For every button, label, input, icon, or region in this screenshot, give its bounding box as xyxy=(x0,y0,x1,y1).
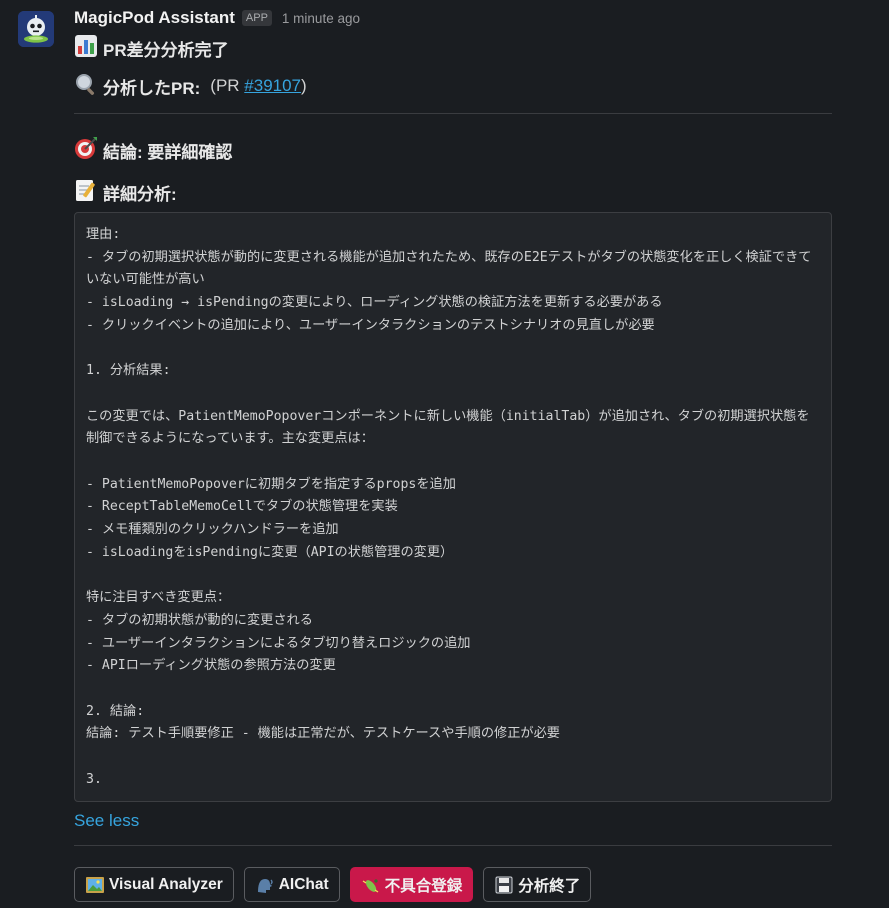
frame-picture-icon xyxy=(85,875,105,895)
pr-line: 分析したPR: (PR #39107) xyxy=(74,72,832,100)
magnifying-glass-icon xyxy=(74,72,98,96)
direct-hit-icon xyxy=(74,136,98,160)
button-label: 不具合登録 xyxy=(384,877,463,895)
see-less-link[interactable]: See less xyxy=(74,811,139,835)
speaking-head-icon xyxy=(255,875,275,895)
message-header: MagicPod Assistant APP 1 minute ago xyxy=(74,6,832,30)
pr-suffix: ) xyxy=(301,76,307,95)
finish-analysis-button[interactable]: 分析終了 xyxy=(483,867,592,902)
memo-icon xyxy=(74,178,98,202)
divider xyxy=(74,113,832,114)
result-label: 結論: 要詳細確認 xyxy=(103,142,233,162)
message-title: PR差分分析完了 xyxy=(103,40,229,60)
pr-prefix: (PR xyxy=(210,76,245,95)
pr-label: 分析したPR: xyxy=(103,78,201,98)
floppy-disk-icon xyxy=(494,875,514,895)
robot-avatar-icon xyxy=(18,11,54,47)
pr-reference: (PR #39107) xyxy=(210,76,306,96)
button-label: 分析終了 xyxy=(518,877,581,895)
detail-label: 詳細分析: xyxy=(103,184,177,204)
pr-link[interactable]: #39107 xyxy=(244,76,301,95)
divider xyxy=(74,845,832,846)
timestamp[interactable]: 1 minute ago xyxy=(282,11,360,26)
avatar[interactable] xyxy=(18,11,54,47)
detail-line: 詳細分析: xyxy=(74,178,832,206)
message: MagicPod Assistant APP 1 minute ago PR差分… xyxy=(0,0,889,908)
bug-icon xyxy=(361,875,381,895)
button-label: AIChat xyxy=(278,875,329,893)
result-line: 結論: 要詳細確認 xyxy=(74,136,832,164)
bug-report-button[interactable]: 不具合登録 xyxy=(349,867,474,902)
aichat-button[interactable]: AIChat xyxy=(243,867,340,902)
action-buttons: Visual Analyzer AIChat 不具合登録 分析終了 xyxy=(74,867,832,902)
app-badge: APP xyxy=(241,10,272,26)
visual-analyzer-button[interactable]: Visual Analyzer xyxy=(74,867,234,902)
button-label: Visual Analyzer xyxy=(109,875,223,893)
bar-chart-icon xyxy=(74,34,98,58)
sender-name[interactable]: MagicPod Assistant xyxy=(74,8,235,28)
message-content: MagicPod Assistant APP 1 minute ago PR差分… xyxy=(74,6,832,902)
detail-analysis-block: 理由: - タブの初期選択状態が動的に変更される機能が追加されたため、既存のE2… xyxy=(74,212,832,802)
title-line: PR差分分析完了 xyxy=(74,34,832,62)
